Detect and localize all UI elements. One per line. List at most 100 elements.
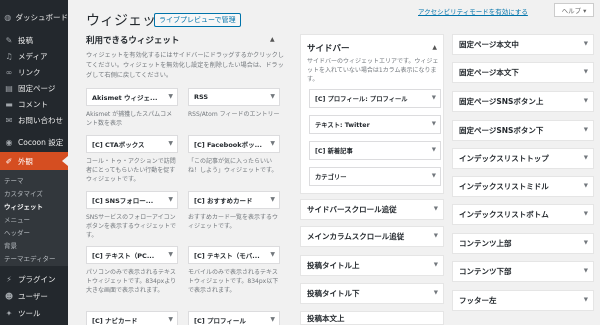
- chevron-down-icon: ▼: [270, 251, 275, 258]
- chevron-down-icon: ▼: [431, 95, 436, 101]
- widget-area-main-scroll[interactable]: メインカラムスクロール追従 ▼: [300, 226, 444, 247]
- area-title: インデックスリストボトム: [459, 210, 549, 219]
- chevron-down-icon: ▼: [433, 290, 438, 296]
- widget-title: [C] おすすめカード: [194, 197, 253, 205]
- menu-label: コメント: [18, 99, 48, 109]
- widget-title: テキスト: Twitter: [315, 122, 370, 129]
- chevron-down-icon: ▼: [583, 183, 588, 189]
- widget-text-mobile[interactable]: [C] テキスト（モバ... ▼: [188, 246, 280, 264]
- widget-area-index-bottom[interactable]: インデックスリストボトム ▼: [452, 204, 594, 225]
- available-widgets-panel: 利用できるウィジェット ▲ ウィジェットを有効化するにはサイドバーにドラッグする…: [86, 34, 286, 325]
- sidebar-area-title: サイドバー: [307, 44, 350, 54]
- area-title: 投稿本文上: [307, 313, 345, 323]
- area-title: 固定ページSNSボタン下: [459, 126, 544, 135]
- menu-tools[interactable]: ✦ ツール: [0, 304, 68, 322]
- chevron-down-icon: ▼: [270, 196, 275, 203]
- wrench-icon: ✦: [5, 308, 13, 318]
- widget-description: Akismet が捕獲したスパムコメント数を表示: [86, 111, 173, 127]
- widget-description: コール・トゥ・アクションで訪問者にとってもらいたい行動を促すウィジェットです。: [86, 158, 176, 183]
- menu-dashboard[interactable]: ◍ ダッシュボード: [0, 8, 68, 26]
- widget-title: RSS: [194, 93, 209, 101]
- widget-area-content-top[interactable]: コンテンツ上部 ▼: [452, 233, 594, 254]
- widget-navi-card[interactable]: [C] ナビカード ▼: [86, 311, 178, 325]
- chevron-down-icon: ▼: [270, 93, 275, 100]
- widget-area-footer-left[interactable]: フッター左 ▼: [452, 290, 594, 311]
- widget-area-index-top[interactable]: インデックスリストトップ ▼: [452, 148, 594, 169]
- widget-area-below-title[interactable]: 投稿タイトル下 ▼: [300, 283, 444, 304]
- dashboard-icon: ◍: [4, 12, 12, 22]
- area-title: 固定ページ本文中: [459, 40, 519, 49]
- area-title: サイドバースクロール追従: [307, 205, 397, 214]
- widget-recommended-cards[interactable]: [C] おすすめカード ▼: [188, 191, 280, 209]
- chevron-down-icon: ▼: [583, 98, 588, 104]
- area-title: インデックスリストミドル: [459, 182, 549, 191]
- help-tab-button[interactable]: ヘルプ ▾: [554, 3, 594, 17]
- menu-label: ユーザー: [18, 291, 48, 301]
- paintbrush-icon: ✐: [5, 156, 13, 166]
- widget-area-page-sns-top[interactable]: 固定ページSNSボタン上 ▼: [452, 91, 594, 112]
- widget-facebook-box[interactable]: [C] Facebookボッ... ▼: [188, 135, 280, 153]
- widget-description: RSS/Atom フィードのエントリー: [188, 111, 280, 118]
- chevron-down-icon: ▼: [168, 196, 173, 203]
- cocoon-icon: ◉: [5, 137, 13, 147]
- submenu-header[interactable]: ヘッダー: [4, 227, 30, 237]
- menu-label: プラグイン: [18, 274, 56, 284]
- user-icon: ☻: [4, 291, 14, 301]
- collapse-toggle-icon[interactable]: ▲: [270, 36, 275, 43]
- submenu-widgets[interactable]: ウィジェット: [4, 201, 43, 211]
- comment-icon: ▬: [5, 99, 13, 109]
- menu-users[interactable]: ☻ ユーザー: [0, 287, 68, 305]
- live-preview-button[interactable]: ライブプレビューで管理: [154, 13, 241, 27]
- widget-title: [C] プロフィール: [194, 317, 246, 325]
- widget-description: 「この記事が気に入ったらいいね！しよう」ウィジェットです。: [188, 158, 278, 174]
- widget-akismet[interactable]: Akismet ウィジェ... ▼: [86, 88, 178, 106]
- widget-area-above-content[interactable]: 投稿本文上: [300, 311, 444, 325]
- accessibility-mode-link[interactable]: アクセシビリティモードを有効にする: [418, 6, 528, 16]
- chevron-down-icon: ▼: [431, 121, 436, 127]
- sidebar-widget-categories[interactable]: カテゴリー ▼: [309, 167, 441, 186]
- sidebar-widget-profile[interactable]: [C] プロフィール: プロフィール ▼: [309, 89, 441, 108]
- widget-title: Akismet ウィジェ...: [92, 94, 158, 102]
- chevron-down-icon: ▼: [431, 147, 436, 153]
- widget-profile[interactable]: [C] プロフィール ▼: [188, 311, 280, 325]
- widget-title: [C] テキスト（PC...: [92, 252, 155, 260]
- area-title: コンテンツ上部: [459, 239, 512, 248]
- menu-label: メディア: [18, 51, 48, 61]
- widget-text-pc[interactable]: [C] テキスト（PC... ▼: [86, 246, 178, 264]
- widget-sns-follow[interactable]: [C] SNSフォロー... ▼: [86, 191, 178, 209]
- widget-description: おすすめカード一覧を表示するウィジェットです。: [188, 214, 279, 230]
- submenu-themes[interactable]: テーマ: [4, 175, 24, 185]
- widget-area-sidebar-scroll[interactable]: サイドバースクロール追従 ▼: [300, 199, 444, 220]
- widget-title: [C] ナビカード: [92, 317, 138, 325]
- widget-area-page-content-bottom[interactable]: 固定ページ本文下 ▼: [452, 62, 594, 83]
- widget-area-page-content-middle[interactable]: 固定ページ本文中 ▼: [452, 34, 594, 55]
- widget-cta-box[interactable]: [C] CTAボックス ▼: [86, 135, 178, 153]
- sidebar-widget-new-posts[interactable]: [C] 新着記事 ▼: [309, 141, 441, 160]
- widget-area-index-middle[interactable]: インデックスリストミドル ▼: [452, 176, 594, 197]
- chevron-down-icon: ▼: [583, 69, 588, 75]
- widget-title: [C] Facebookボッ...: [194, 141, 262, 149]
- widget-description: SNSサービスのフォローアイコンボタンを表示するウィジェットです。: [86, 214, 177, 239]
- available-widgets-title: 利用できるウィジェット: [86, 36, 180, 46]
- menu-appearance[interactable]: ✐ 外観: [0, 152, 68, 170]
- submenu-menus[interactable]: メニュー: [4, 214, 30, 224]
- area-title: 投稿タイトル下: [307, 289, 360, 298]
- widget-title: [C] プロフィール: プロフィール: [315, 96, 408, 103]
- sidebar-widget-twitter[interactable]: テキスト: Twitter ▼: [309, 115, 441, 134]
- sidebar-area-description: サイドバーのウィジェットエリアです。ウィジェットを入れていない場合は1カラム表示…: [307, 58, 439, 83]
- widget-rss[interactable]: RSS ▼: [188, 88, 280, 106]
- submenu-theme-editor[interactable]: テーマエディター: [4, 253, 56, 263]
- widget-area-page-sns-bottom[interactable]: 固定ページSNSボタン下 ▼: [452, 120, 594, 141]
- submenu-customize[interactable]: カスタマイズ: [4, 188, 43, 198]
- menu-plugins[interactable]: ⚡ プラグイン: [0, 270, 68, 288]
- collapse-toggle-icon[interactable]: ▲: [432, 44, 437, 51]
- widget-area-content-bottom[interactable]: コンテンツ下部 ▼: [452, 261, 594, 282]
- menu-label: 固定ページ: [18, 83, 56, 93]
- sidebar-widget-area[interactable]: サイドバー ▲ サイドバーのウィジェットエリアです。ウィジェットを入れていない場…: [300, 34, 444, 194]
- widget-area-above-title[interactable]: 投稿タイトル上 ▼: [300, 255, 444, 276]
- menu-cocoon-settings[interactable]: ◉ Cocoon 設定: [0, 133, 68, 151]
- chevron-down-icon: ▼: [270, 140, 275, 147]
- submenu-background[interactable]: 背景: [4, 240, 17, 250]
- area-title: 投稿タイトル上: [307, 261, 360, 270]
- menu-contact[interactable]: ✉ お問い合わせ: [0, 111, 68, 129]
